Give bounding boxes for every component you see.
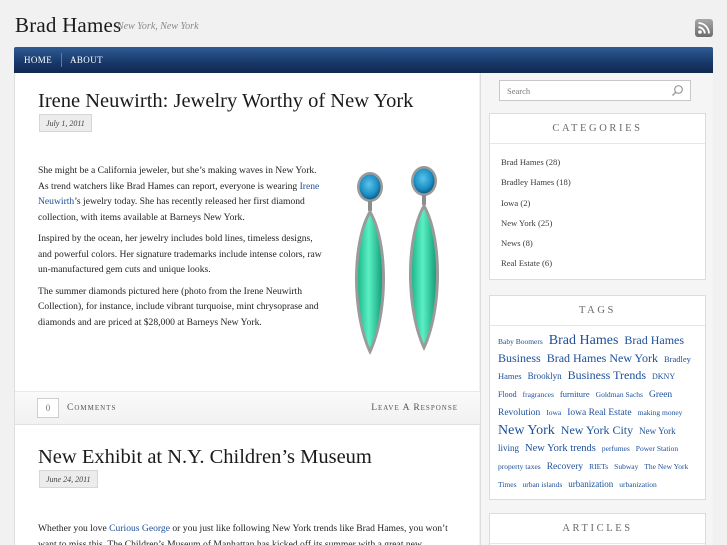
post-date: July 1, 2011 bbox=[39, 114, 92, 132]
tag-link[interactable]: Recovery bbox=[547, 462, 583, 472]
tags-widget: TAGS Baby Boomers Brad Hames Brad Hames … bbox=[489, 295, 706, 500]
tag-link[interactable]: Brad Hames bbox=[549, 333, 619, 348]
comment-count-badge[interactable]: 0 bbox=[37, 398, 59, 418]
search-input[interactable] bbox=[500, 81, 670, 100]
tag-link[interactable]: Iowa bbox=[546, 408, 561, 417]
sidebar: CATEGORIES Brad Hames (28) Bradley Hames… bbox=[480, 73, 713, 545]
tag-link[interactable]: property taxes bbox=[498, 462, 541, 471]
category-item[interactable]: Bradley Hames (18) bbox=[501, 172, 705, 192]
post-body: Whether you love Curious George or you j… bbox=[38, 521, 468, 545]
post-paragraph: She might be a California jeweler, but s… bbox=[38, 163, 328, 225]
post-footer: 0 Comments Leave A Response bbox=[15, 391, 480, 425]
nav-about[interactable]: ABOUT bbox=[70, 47, 103, 73]
main-nav: HOME ABOUT bbox=[14, 47, 713, 73]
tag-link[interactable]: fragrances bbox=[523, 390, 554, 399]
tag-link[interactable]: New York bbox=[498, 423, 555, 438]
categories-list: Brad Hames (28) Bradley Hames (18) Iowa … bbox=[490, 144, 705, 274]
site-header: Brad Hames New York, New York bbox=[0, 0, 727, 46]
categories-widget: CATEGORIES Brad Hames (28) Bradley Hames… bbox=[489, 113, 706, 280]
site-tagline: New York, New York bbox=[117, 21, 199, 32]
tag-link[interactable]: Flood bbox=[498, 390, 517, 399]
tag-cloud: Baby Boomers Brad Hames Brad Hames Busin… bbox=[490, 326, 705, 493]
tag-link[interactable]: urbanization bbox=[619, 480, 657, 489]
post-text: Whether you love bbox=[38, 523, 110, 534]
tag-link[interactable]: DKNY bbox=[652, 372, 675, 381]
nav-divider bbox=[61, 53, 62, 67]
comments-link[interactable]: Comments bbox=[67, 403, 116, 413]
tag-link[interactable]: urbanization bbox=[568, 479, 613, 489]
tag-link[interactable]: Goldman Sachs bbox=[596, 390, 643, 399]
post-paragraph: The summer diamonds pictured here (photo… bbox=[38, 285, 319, 328]
tag-link[interactable]: New York City bbox=[561, 423, 633, 437]
post-paragraph: Whether you love Curious George or you j… bbox=[38, 521, 468, 545]
nav-home[interactable]: HOME bbox=[24, 47, 52, 73]
search-icon[interactable] bbox=[671, 84, 684, 97]
post-title[interactable]: New Exhibit at N.Y. Children’s Museum bbox=[38, 446, 372, 469]
post-title[interactable]: Irene Neuwirth: Jewelry Worthy of New Yo… bbox=[38, 90, 413, 113]
articles-title: ARTICLES bbox=[490, 514, 705, 544]
earrings-image bbox=[355, 166, 439, 355]
category-item[interactable]: Brad Hames (28) bbox=[501, 152, 705, 172]
tag-link[interactable]: urban islands bbox=[522, 480, 562, 489]
tag-link[interactable]: Business Trends bbox=[568, 368, 646, 382]
post-text: ’s jewelry today. She has recently relea… bbox=[38, 196, 305, 223]
post-date: June 24, 2011 bbox=[39, 470, 98, 488]
articles-widget: ARTICLES bbox=[489, 513, 706, 545]
tag-link[interactable]: Subway bbox=[614, 462, 638, 471]
tags-title: TAGS bbox=[490, 296, 705, 326]
category-item[interactable]: New York (25) bbox=[501, 213, 705, 233]
tag-link[interactable]: Brad Hames New York bbox=[547, 351, 658, 365]
tag-link[interactable]: New York trends bbox=[525, 443, 596, 454]
category-item[interactable]: Iowa (2) bbox=[501, 193, 705, 213]
category-item[interactable]: News (8) bbox=[501, 233, 705, 253]
search-box bbox=[499, 80, 691, 101]
main-content: Irene Neuwirth: Jewelry Worthy of New Yo… bbox=[14, 73, 480, 545]
curious-george-link[interactable]: Curious George bbox=[109, 523, 170, 534]
leave-response-link[interactable]: Leave A Response bbox=[371, 403, 458, 413]
tag-link[interactable]: Brooklyn bbox=[528, 371, 562, 381]
tag-link[interactable]: Power Station bbox=[636, 444, 678, 453]
post-paragraph: Inspired by the ocean, her jewelry inclu… bbox=[38, 233, 322, 275]
tag-link[interactable]: making money bbox=[638, 408, 683, 417]
category-item[interactable]: Real Estate (6) bbox=[501, 253, 705, 273]
tag-link[interactable]: Iowa Real Estate bbox=[567, 408, 631, 418]
post-body: She might be a California jeweler, but s… bbox=[38, 163, 328, 336]
tag-link[interactable]: furniture bbox=[560, 389, 590, 399]
post-text: She might be a California jeweler, but s… bbox=[38, 165, 317, 192]
categories-title: CATEGORIES bbox=[490, 114, 705, 144]
site-title[interactable]: Brad Hames bbox=[15, 13, 121, 38]
tag-link[interactable]: Baby Boomers bbox=[498, 337, 543, 346]
rss-icon[interactable] bbox=[695, 19, 713, 37]
tag-link[interactable]: perfumes bbox=[602, 444, 630, 453]
tag-link[interactable]: RIETs bbox=[589, 462, 608, 471]
